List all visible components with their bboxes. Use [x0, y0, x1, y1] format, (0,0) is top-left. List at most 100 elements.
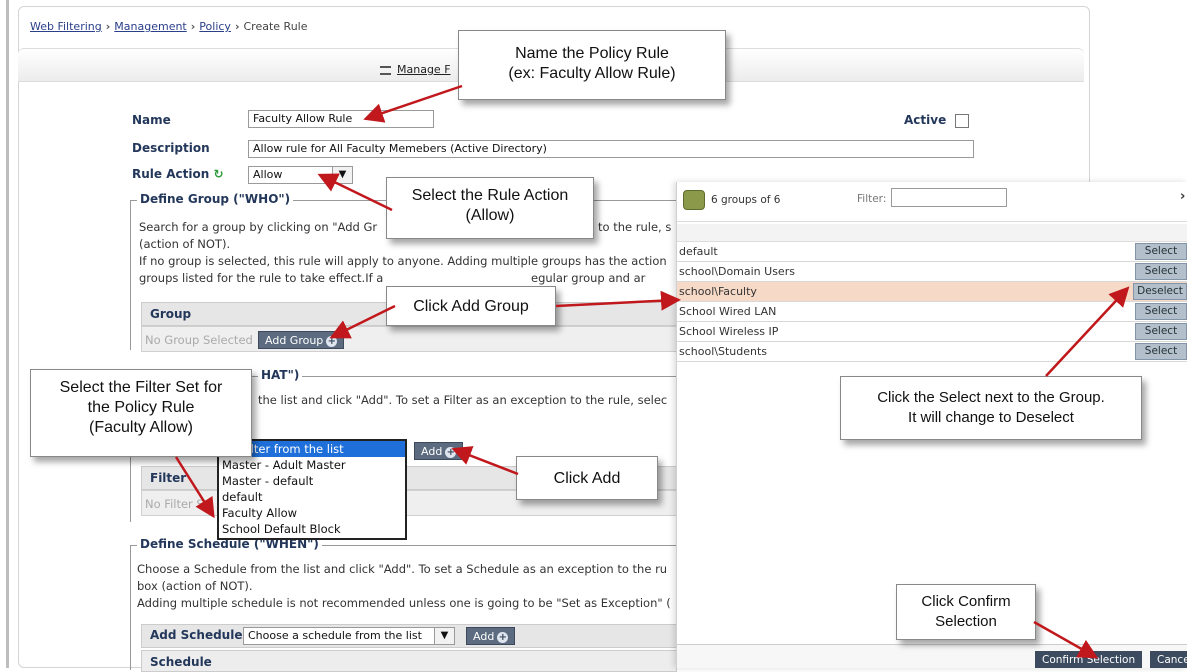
- callout-select-group: Click the Select next to the Group. It wi…: [840, 376, 1142, 440]
- group-count: 6 groups of 6: [711, 194, 781, 206]
- define-group-help-4a: groups listed for the rule to take effec…: [139, 271, 384, 285]
- select-button[interactable]: Select: [1135, 343, 1187, 360]
- group-filter-label: Filter:: [857, 193, 887, 205]
- group-name: School Wireless IP: [679, 325, 779, 338]
- breadcrumb-management[interactable]: Management: [114, 20, 186, 33]
- group-row: default Select: [677, 242, 1187, 262]
- plus-icon: +: [445, 447, 457, 458]
- group-row-selected: school\Faculty Deselect: [677, 282, 1187, 302]
- select-button[interactable]: Select: [1135, 303, 1187, 320]
- dropdown-option[interactable]: Faculty Allow: [219, 505, 405, 521]
- breadcrumb-web-filtering[interactable]: Web Filtering: [30, 20, 102, 33]
- cancel-button[interactable]: Cance: [1150, 651, 1187, 668]
- manage-link-label: Manage F: [397, 63, 451, 76]
- confirm-selection-button[interactable]: Confirm Selection: [1035, 651, 1143, 668]
- define-schedule-help-3: Adding multiple schedule is not recommen…: [137, 596, 671, 610]
- group-empty-text: No Group Selected: [145, 333, 253, 347]
- callout-line: Click Confirm: [921, 593, 1011, 610]
- description-input[interactable]: Allow rule for All Faculty Memebers (Act…: [248, 140, 974, 158]
- description-label: Description: [132, 141, 210, 155]
- rule-action-select[interactable]: Allow ▼: [248, 166, 353, 184]
- define-schedule-help-2: box (action of NOT).: [137, 579, 253, 593]
- users-icon: [683, 190, 705, 210]
- define-group-help-1a: Search for a group by clicking on "Add G…: [139, 220, 378, 234]
- callout-line: It will change to Deselect: [908, 409, 1074, 426]
- callout-add-group: Click Add Group: [386, 286, 556, 326]
- dropdown-option[interactable]: Master - default: [219, 473, 405, 489]
- group-filter-input[interactable]: [891, 188, 1007, 207]
- group-name: school\Faculty: [679, 285, 757, 298]
- plus-icon: +: [497, 632, 509, 643]
- callout-line: Click Add Group: [413, 298, 529, 315]
- refresh-icon: ↻: [213, 167, 224, 181]
- callout-add: Click Add: [516, 456, 658, 500]
- close-icon[interactable]: ›: [1180, 189, 1185, 205]
- add-filter-label: Add: [421, 445, 443, 458]
- breadcrumb: Web Filtering › Management › Policy › Create R…: [30, 20, 308, 33]
- list-icon: [380, 65, 391, 75]
- add-group-label: Add Group: [265, 334, 324, 347]
- chevron-down-icon: ▼: [434, 628, 454, 644]
- callout-rule-action: Select the Rule Action (Allow): [386, 177, 594, 239]
- rule-action-label-text: Rule Action: [132, 167, 210, 181]
- page: Web Filtering › Management › Policy › Create R…: [0, 0, 1187, 672]
- define-group-legend: Define Group ("WHO"): [137, 192, 294, 206]
- group-name: default: [679, 245, 718, 258]
- define-group-help-3: If no group is selected, this rule will …: [139, 254, 667, 268]
- callout-line: (ex: Faculty Allow Rule): [508, 65, 676, 82]
- add-filter-button[interactable]: Add +: [414, 442, 464, 460]
- callout-line: Click Add: [553, 470, 621, 487]
- add-schedule-button-label: Add: [473, 630, 495, 643]
- schedule-select[interactable]: Choose a schedule from the list ▼: [243, 627, 455, 645]
- plus-icon: +: [326, 336, 338, 347]
- group-list-header: [677, 224, 1187, 242]
- callout-line: Select the Rule Action: [411, 187, 569, 204]
- select-button[interactable]: Select: [1135, 323, 1187, 340]
- define-filter-help: the list and click "Add". To set a Filte…: [258, 393, 668, 407]
- active-label: Active: [904, 113, 947, 127]
- define-filter-legend: HAT"): [258, 368, 303, 382]
- name-label: Name: [132, 113, 171, 127]
- group-name: School Wired LAN: [679, 305, 777, 318]
- callout-line: (Faculty Allow): [88, 419, 194, 436]
- name-input[interactable]: Faculty Allow Rule: [248, 110, 434, 128]
- group-row: school\Domain Users Select: [677, 262, 1187, 282]
- dropdown-option[interactable]: Master - Adult Master: [219, 457, 405, 473]
- deselect-button[interactable]: Deselect: [1133, 283, 1187, 300]
- define-group-help-2: (action of NOT).: [139, 237, 231, 251]
- dropdown-option[interactable]: School Default Block: [219, 521, 405, 537]
- dropdown-option[interactable]: default: [219, 489, 405, 505]
- define-group-help-1b: to the rule, s: [598, 220, 672, 234]
- add-group-button[interactable]: Add Group +: [258, 331, 345, 349]
- define-group-help-4b: egular group and ar: [531, 271, 646, 285]
- group-row: School Wireless IP Select: [677, 322, 1187, 342]
- select-button[interactable]: Select: [1135, 243, 1187, 260]
- breadcrumb-separator: ›: [190, 20, 196, 33]
- callout-line: Select the Filter Set for: [59, 379, 223, 396]
- chevron-down-icon: ▼: [332, 167, 352, 183]
- breadcrumb-separator: ›: [234, 20, 240, 33]
- manage-link[interactable]: Manage F: [380, 63, 451, 76]
- callout-line: Selection: [935, 613, 997, 630]
- schedule-select-value: Choose a schedule from the list: [248, 629, 422, 642]
- filter-empty-text: No Filter S: [145, 497, 204, 511]
- schedule-column-header: Schedule: [141, 650, 677, 672]
- group-name: school\Students: [679, 345, 768, 358]
- callout-line: Name the Policy Rule: [515, 45, 669, 62]
- select-button[interactable]: Select: [1135, 263, 1187, 280]
- callout-name: Name the Policy Rule (ex: Faculty Allow R…: [458, 30, 726, 100]
- add-schedule-button[interactable]: Add +: [466, 627, 516, 645]
- define-schedule-help-1: Choose a Schedule from the list and clic…: [137, 562, 668, 576]
- breadcrumb-separator: ›: [105, 20, 111, 33]
- callout-line: (Allow): [465, 207, 515, 224]
- callout-line: Click the Select next to the Group.: [877, 389, 1105, 406]
- callout-line: the Policy Rule: [87, 399, 195, 416]
- add-schedule-label: Add Schedule: [150, 628, 243, 642]
- group-row: School Wired LAN Select: [677, 302, 1187, 322]
- window-edge: [6, 0, 9, 668]
- group-row: school\Students Select: [677, 342, 1187, 362]
- callout-filter-set: Select the Filter Set for the Policy Rule…: [30, 369, 252, 457]
- rule-action-label: Rule Action ↻: [132, 167, 224, 181]
- breadcrumb-policy[interactable]: Policy: [199, 20, 231, 33]
- active-checkbox[interactable]: [955, 114, 969, 128]
